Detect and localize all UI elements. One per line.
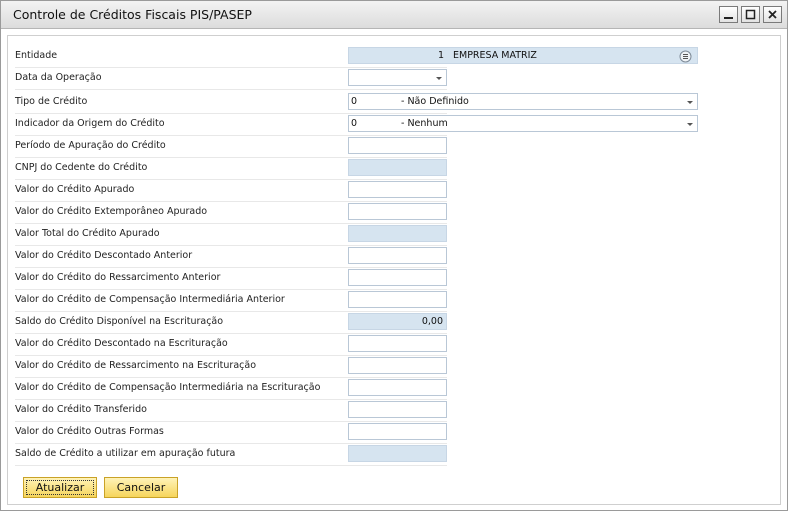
ressarcimento-anterior-field[interactable] (348, 269, 447, 286)
periodo-apuracao-label: Período de Apuração do Crédito (15, 140, 166, 151)
maximize-button[interactable] (741, 6, 760, 23)
outras-formas-field[interactable] (348, 423, 447, 440)
cnpj-cedente-field (348, 159, 447, 176)
close-icon (768, 10, 777, 19)
update-button[interactable]: Atualizar (23, 477, 97, 498)
outras-formas-label: Valor do Crédito Outras Formas (15, 426, 164, 437)
indicador-origem-label: Indicador da Origem do Crédito (15, 118, 165, 129)
data-operacao-label: Data da Operação (15, 72, 102, 83)
saldo-futuro-field (348, 445, 447, 462)
entidade-field[interactable]: 1 EMPRESA MATRIZ (348, 47, 698, 64)
ressarcimento-anterior-label: Valor do Crédito do Ressarcimento Anteri… (15, 272, 221, 283)
maximize-icon (745, 9, 756, 20)
indicador-origem-select[interactable]: 0 - Nenhum (348, 115, 698, 132)
credito-extemporaneo-label: Valor do Crédito Extemporâneo Apurado (15, 206, 208, 217)
ressarcimento-escrituracao-field[interactable] (348, 357, 447, 374)
chevron-down-icon[interactable] (687, 123, 693, 126)
title-bar: Controle de Créditos Fiscais PIS/PASEP (1, 1, 787, 29)
indicador-origem-text: - Nenhum (401, 118, 448, 129)
total-apurado-label: Valor Total do Crédito Apurado (15, 228, 160, 239)
saldo-futuro-label: Saldo de Crédito a utilizar em apuração … (15, 448, 236, 459)
credito-apurado-label: Valor do Crédito Apurado (15, 184, 135, 195)
tipo-credito-select[interactable]: 0 - Não Definido (348, 93, 698, 110)
credito-transferido-label: Valor do Crédito Transferido (15, 404, 147, 415)
descontado-anterior-label: Valor do Crédito Descontado Anterior (15, 250, 193, 261)
total-apurado-field (348, 225, 447, 242)
window-title: Controle de Créditos Fiscais PIS/PASEP (13, 7, 252, 22)
chevron-down-icon[interactable] (687, 101, 693, 104)
saldo-disponivel-field: 0,00 (348, 313, 447, 330)
cnpj-cedente-label: CNPJ do Cedente do Crédito (15, 162, 148, 173)
entidade-name: EMPRESA MATRIZ (453, 50, 537, 61)
credit-control-window: Controle de Créditos Fiscais PIS/PASEP E… (0, 0, 788, 511)
compensacao-escrituracao-label: Valor do Crédito de Compensação Intermed… (15, 382, 321, 393)
descontado-escrituracao-label: Valor do Crédito Descontado na Escritura… (15, 338, 228, 349)
descontado-anterior-field[interactable] (348, 247, 447, 264)
credito-apurado-field[interactable] (348, 181, 447, 198)
credito-extemporaneo-field[interactable] (348, 203, 447, 220)
compensacao-anterior-label: Valor do Crédito de Compensação Intermed… (15, 294, 285, 305)
tipo-credito-text: - Não Definido (401, 96, 469, 107)
credito-transferido-field[interactable] (348, 401, 447, 418)
compensacao-escrituracao-field[interactable] (348, 379, 447, 396)
compensacao-anterior-field[interactable] (348, 291, 447, 308)
entidade-label: Entidade (15, 50, 58, 61)
saldo-disponivel-value: 0,00 (421, 316, 443, 327)
cancel-button[interactable]: Cancelar (104, 477, 178, 498)
descontado-escrituracao-field[interactable] (348, 335, 447, 352)
entidade-code: 1 (437, 50, 444, 61)
data-operacao-field[interactable] (348, 69, 447, 86)
chevron-down-icon[interactable] (436, 77, 442, 80)
indicador-origem-code: 0 (351, 118, 358, 129)
ressarcimento-escrituracao-label: Valor do Crédito de Ressarcimento na Esc… (15, 360, 257, 371)
tipo-credito-code: 0 (351, 96, 358, 107)
minimize-icon (724, 17, 733, 19)
list-icon[interactable] (679, 50, 692, 63)
close-button[interactable] (763, 6, 782, 23)
saldo-disponivel-label: Saldo do Crédito Disponível na Escritura… (15, 316, 224, 327)
minimize-button[interactable] (719, 6, 738, 23)
periodo-apuracao-field[interactable] (348, 137, 447, 154)
tipo-credito-label: Tipo de Crédito (15, 96, 88, 107)
